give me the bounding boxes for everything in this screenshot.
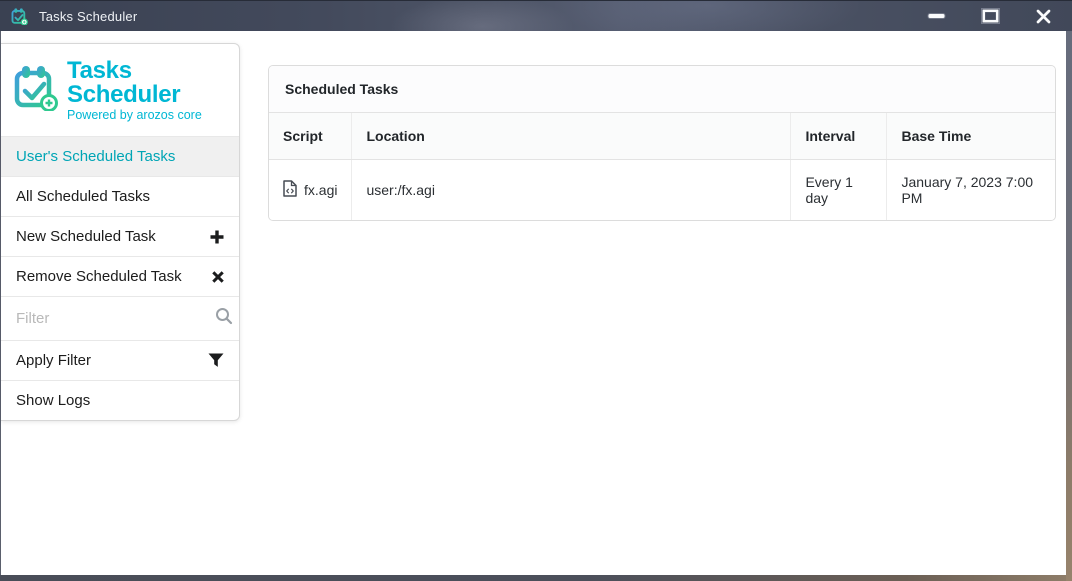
minimize-button[interactable] [924, 6, 950, 26]
window-border-bottom [0, 575, 1066, 581]
column-header-base-time: Base Time [887, 113, 1055, 160]
sidebar-item-label: All Scheduled Tasks [16, 188, 150, 205]
plus-icon [210, 230, 224, 244]
scheduled-tasks-table: Script Location Interval Base Time [269, 113, 1055, 220]
window-content: Tasks Scheduler Powered by arozos core U… [1, 31, 1066, 575]
funnel-icon [208, 353, 224, 368]
logo-subtitle: Powered by arozos core [67, 108, 227, 122]
filter-input[interactable] [16, 310, 215, 327]
sidebar-item-all-scheduled-tasks[interactable]: All Scheduled Tasks [1, 176, 239, 216]
calendar-check-icon [11, 8, 28, 25]
sidebar-item-show-logs[interactable]: Show Logs [1, 380, 239, 420]
sidebar-item-new-scheduled-task[interactable]: New Scheduled Task [1, 216, 239, 256]
sidebar-item-remove-scheduled-task[interactable]: Remove Scheduled Task [1, 256, 239, 296]
sidebar-item-label: User's Scheduled Tasks [16, 148, 175, 165]
window-title: Tasks Scheduler [39, 9, 137, 24]
maximize-icon [981, 8, 1000, 24]
filter-input-row [1, 296, 239, 340]
column-header-script: Script [269, 113, 352, 160]
file-code-icon [283, 180, 297, 200]
calendar-check-plus-icon [14, 65, 58, 116]
sidebar-item-apply-filter[interactable]: Apply Filter [1, 340, 239, 380]
cross-icon [212, 271, 224, 283]
sidebar: Tasks Scheduler Powered by arozos core U… [1, 43, 240, 421]
app-logo: Tasks Scheduler Powered by arozos core [1, 44, 239, 136]
cell-base-time: January 7, 2023 7:00 PM [887, 160, 1055, 221]
script-name: fx.agi [304, 182, 337, 198]
titlebar: Tasks Scheduler [0, 0, 1072, 31]
close-button[interactable] [1030, 6, 1056, 26]
sidebar-item-label: Remove Scheduled Task [16, 268, 182, 285]
minimize-icon [927, 11, 947, 21]
cell-interval: Every 1 day [791, 160, 887, 221]
cell-location: user:/fx.agi [352, 160, 791, 221]
table-header-row: Script Location Interval Base Time [269, 113, 1055, 160]
search-icon [215, 307, 233, 330]
table-row[interactable]: fx.agi user:/fx.agi Every 1 day January … [269, 160, 1055, 221]
sidebar-menu: User's Scheduled Tasks All Scheduled Tas… [1, 136, 239, 420]
close-icon [1036, 9, 1051, 24]
sidebar-item-label: Apply Filter [16, 352, 91, 369]
window-controls [924, 6, 1072, 26]
column-header-interval: Interval [791, 113, 887, 160]
sidebar-item-label: New Scheduled Task [16, 228, 156, 245]
logo-title: Tasks Scheduler [67, 59, 227, 107]
scheduled-tasks-panel: Scheduled Tasks Script Location Interval… [268, 65, 1056, 221]
sidebar-item-users-scheduled-tasks[interactable]: User's Scheduled Tasks [1, 136, 239, 176]
cell-script: fx.agi [269, 160, 352, 221]
window-border-right [1066, 31, 1072, 581]
panel-title: Scheduled Tasks [269, 66, 1055, 113]
maximize-button[interactable] [977, 6, 1003, 26]
sidebar-item-label: Show Logs [16, 392, 90, 409]
column-header-location: Location [352, 113, 791, 160]
